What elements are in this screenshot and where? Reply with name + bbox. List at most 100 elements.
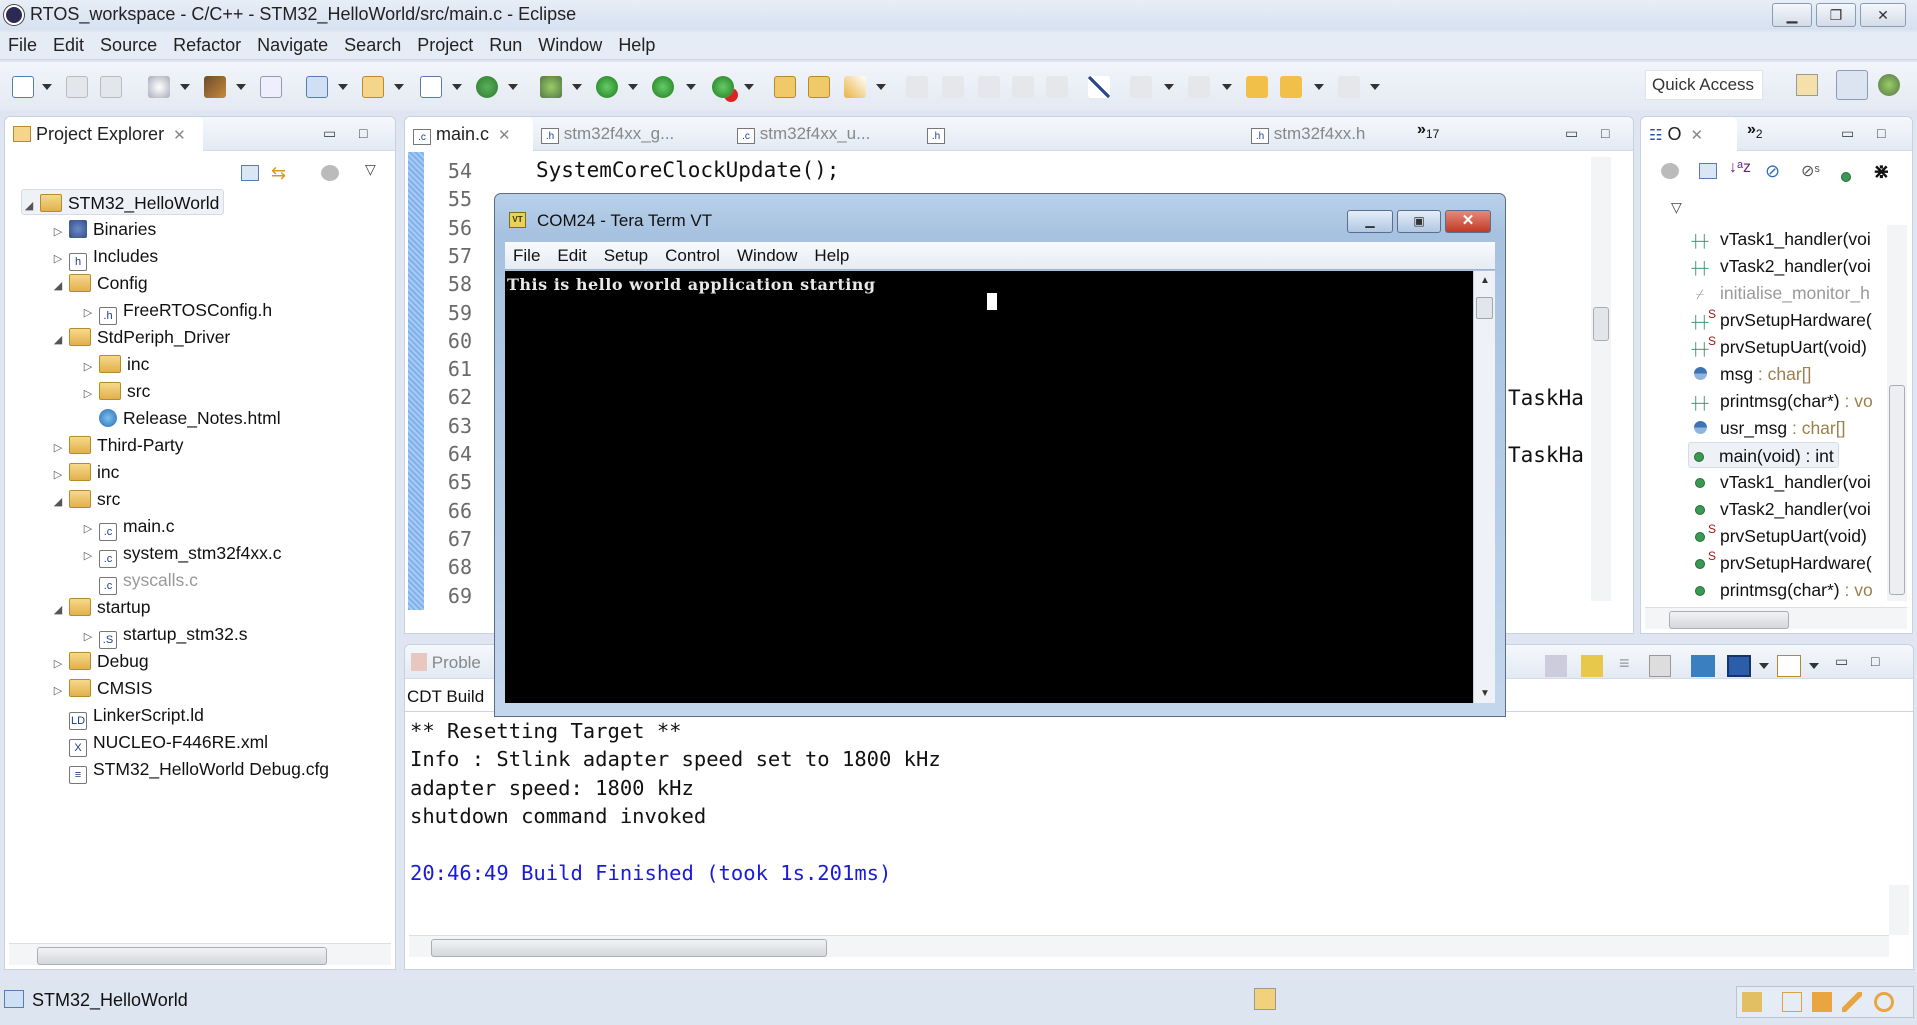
hide-macros-icon[interactable]: ⋇ <box>1873 159 1890 184</box>
menu-window[interactable]: Window <box>530 32 610 56</box>
console-hscroll-thumb[interactable] <box>431 939 827 957</box>
prev-annotation-dropdown-icon[interactable] <box>1222 84 1232 90</box>
tree-item[interactable]: ▷ CMSIS <box>51 675 153 701</box>
tree-item[interactable]: ▷ src <box>81 378 151 404</box>
tree-item[interactable]: ▷ Third-Party <box>51 432 184 458</box>
tree-item[interactable]: ◢ Config <box>51 270 148 296</box>
maximize-editor-icon[interactable]: □ <box>1601 125 1609 141</box>
explorer-hscrollbar[interactable] <box>9 943 391 965</box>
expanded-arrow-icon[interactable]: ◢ <box>51 489 65 515</box>
tree-item[interactable]: ◢ STM32_HelloWorld <box>21 189 225 215</box>
outline-item[interactable]: vTask2_handler(voi <box>1690 496 1871 522</box>
link-with-editor-icon[interactable]: ⇆ <box>271 163 295 183</box>
next-annotation-icon[interactable] <box>1130 76 1152 98</box>
save-all-icon[interactable] <box>100 76 122 98</box>
run-dropdown-icon[interactable] <box>628 84 638 90</box>
terminal-screen[interactable]: This is hello world application starting… <box>505 271 1495 703</box>
collapsed-arrow-icon[interactable]: ▷ <box>51 651 65 677</box>
minimize-editor-icon[interactable]: ▭ <box>1565 125 1578 142</box>
editor-tab-main-c[interactable]: .c main.c ✕ <box>405 117 533 151</box>
outline-item[interactable]: SprvSetupHardware( <box>1690 549 1872 576</box>
outline-item[interactable]: ┼┼ vTask2_handler(voi <box>1690 253 1870 279</box>
menu-source[interactable]: Source <box>92 32 165 56</box>
tab-project-explorer[interactable]: Project Explorer ✕ <box>5 117 203 151</box>
sort-az-icon[interactable]: ↓ᵃz <box>1729 159 1751 177</box>
tree-item[interactable]: ▷ inc <box>81 351 150 380</box>
tab-problems[interactable]: Proble <box>411 653 481 673</box>
menu-navigate[interactable]: Navigate <box>249 32 336 56</box>
new-source-folder-icon[interactable] <box>362 76 384 98</box>
menu-file[interactable]: File <box>0 32 45 56</box>
collapsed-arrow-icon[interactable]: ▷ <box>51 462 65 488</box>
clear-console-icon[interactable] <box>1649 655 1671 677</box>
teraterm-maximize-button[interactable]: ▣ <box>1397 210 1441 233</box>
tree-item[interactable]: ▷ .c system_stm32f4xx.c <box>81 540 282 568</box>
tt-menu-edit[interactable]: Edit <box>549 242 595 266</box>
editor-vscroll-thumb[interactable] <box>1593 307 1609 341</box>
scroll-up-icon[interactable]: ▲ <box>1480 275 1490 286</box>
new-folder-dropdown-icon[interactable] <box>394 84 404 90</box>
open-perspective-icon[interactable] <box>1796 74 1818 96</box>
minimized-view-icon[interactable] <box>1842 992 1862 1012</box>
menu-help[interactable]: Help <box>610 32 663 56</box>
tree-item[interactable]: ◢ src <box>51 486 121 515</box>
save-icon[interactable] <box>66 76 88 98</box>
tt-menu-setup[interactable]: Setup <box>596 242 657 266</box>
task-list-icon[interactable] <box>1742 992 1762 1012</box>
view-menu-icon[interactable]: ▽ <box>1671 199 1682 216</box>
tt-menu-help[interactable]: Help <box>806 242 858 266</box>
collapsed-arrow-icon[interactable]: ▷ <box>51 246 65 272</box>
progress-icon[interactable] <box>1254 988 1276 1010</box>
tt-menu-file[interactable]: File <box>505 242 549 266</box>
minimize-button[interactable]: ▁ <box>1772 3 1812 27</box>
editor-vscrollbar[interactable] <box>1591 157 1611 601</box>
tree-item[interactable]: ▷ .c main.c <box>81 513 175 542</box>
collapsed-arrow-icon[interactable]: ▷ <box>51 435 65 461</box>
tree-item[interactable]: ◢ startup <box>51 594 151 620</box>
pin-console-icon[interactable] <box>1691 655 1715 677</box>
outline-item[interactable]: ┼┼ SprvSetupUart(void) <box>1690 334 1866 360</box>
new-class-dropdown-icon[interactable] <box>508 84 518 90</box>
close-button[interactable]: ✕ <box>1860 3 1906 27</box>
collapsed-arrow-icon[interactable]: ▷ <box>81 354 95 380</box>
teraterm-minimize-button[interactable]: ▁ <box>1347 210 1393 233</box>
outline-hscroll-thumb[interactable] <box>1669 611 1789 629</box>
terminal-vscrollbar[interactable]: ▲ ▼ <box>1473 271 1495 703</box>
restore-button[interactable]: ❐ <box>1816 3 1856 27</box>
minimized-view-icon[interactable] <box>1874 992 1894 1012</box>
new-source-file-icon[interactable] <box>420 76 442 98</box>
forward-dropdown-icon[interactable] <box>1370 84 1380 90</box>
minimize-outline-icon[interactable]: ▭ <box>1841 125 1854 142</box>
terminal-scroll-thumb[interactable] <box>1476 297 1493 319</box>
editor-tab-stm32f4xx-h[interactable]: .h stm32f4xx.h <box>1251 124 1365 144</box>
debug-perspective-icon[interactable] <box>1878 74 1900 96</box>
forward-arrow-icon[interactable] <box>1338 76 1360 98</box>
collapsed-arrow-icon[interactable]: ▷ <box>81 516 95 542</box>
expanded-arrow-icon[interactable]: ◢ <box>51 273 65 299</box>
outline-item[interactable]: SprvSetupUart(void) <box>1690 522 1867 549</box>
last-edit-location-icon[interactable] <box>1246 76 1268 98</box>
quick-access-input[interactable]: Quick Access <box>1645 70 1763 100</box>
new-project-dropdown-icon[interactable] <box>338 84 348 90</box>
tree-item[interactable]: ▷ inc <box>51 459 120 488</box>
tab-outline[interactable]: ☷ O ✕ <box>1641 117 1737 151</box>
block-selection-icon[interactable] <box>978 76 1000 98</box>
new-icon[interactable] <box>12 76 34 98</box>
cpp-perspective-icon[interactable] <box>1836 70 1868 100</box>
new-c-project-icon[interactable] <box>306 76 328 98</box>
collapse-all-icon[interactable] <box>241 165 259 181</box>
expanded-arrow-icon[interactable]: ◢ <box>51 597 65 623</box>
tt-menu-window[interactable]: Window <box>729 242 806 266</box>
new-class-icon[interactable] <box>476 76 498 98</box>
close-tab-icon[interactable]: ✕ <box>173 127 186 144</box>
outline-item[interactable]: printmsg(char*) : vo <box>1690 577 1873 603</box>
tree-item[interactable]: X NUCLEO-F446RE.xml <box>51 729 268 757</box>
outline-item[interactable]: ┼┼ vTask1_handler(voi <box>1690 226 1870 252</box>
open-console-dropdown-icon[interactable] <box>1809 663 1819 669</box>
open-type-icon[interactable] <box>774 76 796 98</box>
outline-vscrollbar[interactable] <box>1887 225 1907 601</box>
hide-fields-icon[interactable]: ⊘ <box>1765 161 1780 182</box>
annotation-icon[interactable] <box>906 76 928 98</box>
build-dropdown-icon[interactable] <box>236 84 246 90</box>
menu-run[interactable]: Run <box>481 32 530 56</box>
